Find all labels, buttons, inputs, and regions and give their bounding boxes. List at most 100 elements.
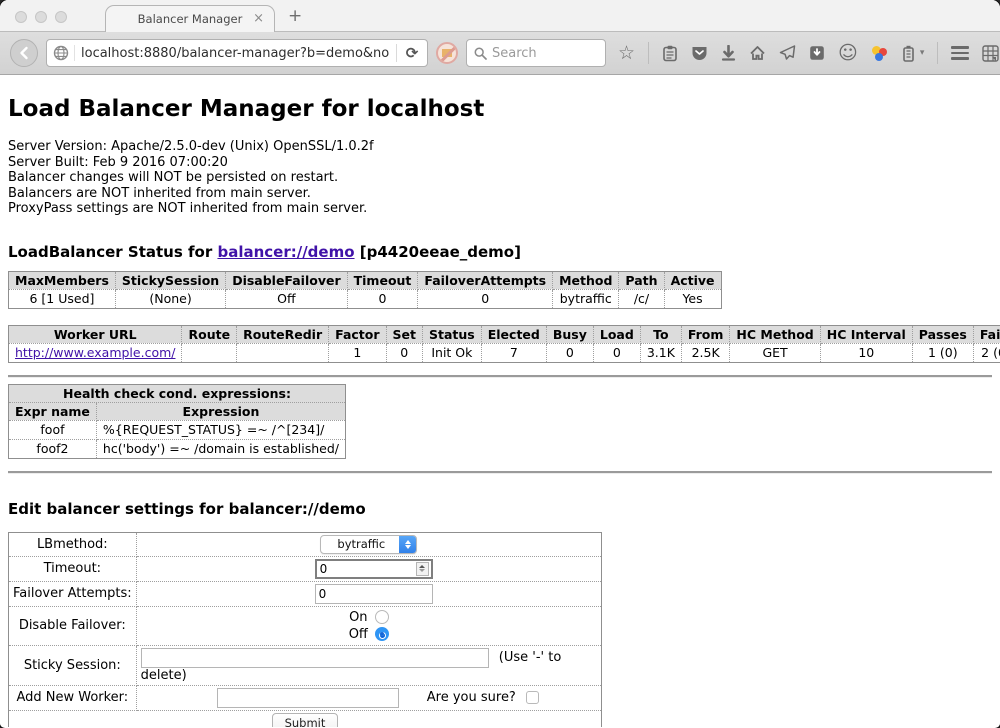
timeout-input[interactable] (317, 562, 416, 576)
server-info: Server Version: Apache/2.5.0-dev (Unix) … (8, 139, 992, 217)
col-expr-name: Expr name (9, 402, 97, 420)
toolbar-separator-2 (937, 42, 938, 64)
back-arrow-icon (17, 46, 31, 60)
downloads-icon[interactable] (721, 45, 736, 61)
radio-on-label: On (349, 609, 367, 626)
balancer-demo-link[interactable]: balancer://demo (217, 243, 354, 261)
back-button[interactable] (10, 39, 38, 67)
tab-balancer-manager[interactable]: Balancer Manager × (105, 5, 275, 32)
site-identity-globe-icon[interactable] (47, 45, 75, 61)
url-input[interactable] (75, 46, 396, 61)
send-plane-icon[interactable] (779, 45, 796, 61)
disable-failover-on-radio[interactable] (375, 610, 389, 624)
new-tab-button[interactable]: + (288, 6, 302, 26)
disable-failover-off-radio[interactable] (375, 627, 389, 641)
col-expression: Expression (96, 402, 345, 420)
col-active: Active (664, 271, 721, 289)
cell-stickysession: (None) (115, 289, 225, 308)
menu-hamburger-icon[interactable] (951, 46, 969, 60)
edit-balancer-heading: Edit balancer settings for balancer://de… (8, 500, 992, 518)
cell-timeout: 0 (347, 289, 418, 308)
add-worker-input[interactable] (217, 688, 399, 708)
failover-attempts-cell (136, 581, 601, 606)
cell-route (182, 343, 237, 362)
failover-attempts-input[interactable] (315, 584, 433, 604)
cell-expression-foof2: hc('body') =~ /domain is established/ (96, 439, 345, 458)
container-battery-icon[interactable] (902, 45, 915, 62)
add-worker-label: Add New Worker: (9, 685, 137, 710)
browser-window: Balancer Manager × + ⟳ ☆ (0, 0, 1000, 728)
cell-expr-name-foof: foof (9, 420, 97, 439)
sticky-session-label: Sticky Session: (9, 645, 137, 685)
loadbalancer-status-heading: LoadBalancer Status for balancer://demo … (8, 243, 992, 261)
lbmethod-select[interactable]: bytraffic (320, 535, 417, 554)
worker-data-row: http://www.example.com/ 1 0 Init Ok 7 0 … (9, 343, 1000, 362)
lbmethod-label: LBmethod: (9, 532, 137, 556)
emoji-smiley-icon[interactable]: ☺ (838, 44, 858, 63)
cell-worker-url: http://www.example.com/ (9, 343, 182, 362)
timeout-label: Timeout: (9, 556, 137, 581)
edit-balancer-form: LBmethod: bytraffic Timeout: (8, 532, 602, 727)
search-input[interactable] (492, 46, 582, 61)
add-worker-row: Add New Worker: Are you sure? (9, 685, 602, 710)
worker-header-row: Worker URL Route RouteRedir Factor Set S… (9, 325, 1000, 343)
col-route: Route (182, 325, 237, 343)
reading-list-icon[interactable] (662, 45, 678, 62)
cell-to: 3.1K (640, 343, 681, 362)
col-stickysession: StickySession (115, 271, 225, 289)
are-you-sure-checkbox[interactable] (526, 691, 539, 704)
reload-button[interactable]: ⟳ (397, 44, 427, 62)
colorful-extension-icon[interactable] (871, 45, 889, 61)
pocket-icon[interactable] (691, 45, 708, 61)
col-maxmembers: MaxMembers (9, 271, 116, 289)
sticky-session-cell: (Use '-' to delete) (136, 645, 601, 685)
cell-load: 0 (593, 343, 640, 362)
bookmark-star-icon[interactable]: ☆ (618, 44, 635, 63)
sticky-session-input[interactable] (141, 648, 489, 668)
are-you-sure-label: Are you sure? (427, 690, 516, 705)
content-blocked-icon[interactable] (436, 42, 458, 64)
col-method: Method (553, 271, 619, 289)
server-built-line: Server Built: Feb 9 2016 07:00:20 (8, 155, 992, 171)
persist-warning-line: Balancer changes will NOT be persisted o… (8, 170, 992, 186)
inherit-warning-line: Balancers are NOT inherited from main se… (8, 186, 992, 202)
home-icon[interactable] (749, 45, 766, 61)
close-window-button[interactable] (15, 11, 27, 23)
window-controls[interactable] (15, 11, 67, 23)
failover-attempts-label: Failover Attempts: (9, 581, 137, 606)
tab-groups-grid-icon[interactable] (982, 45, 999, 62)
lbmethod-row: LBmethod: bytraffic (9, 532, 602, 556)
health-header-row: Expr name Expression (9, 402, 346, 420)
overflow-caret-icon[interactable]: ▾ (920, 48, 925, 58)
disable-failover-label: Disable Failover: (9, 606, 137, 645)
tab-close-icon[interactable]: × (253, 11, 264, 26)
failover-attempts-row: Failover Attempts: (9, 581, 602, 606)
extension-download-box-icon[interactable] (809, 45, 825, 61)
navigation-toolbar: ⟳ ☆ ☺ ▾ (0, 32, 1000, 75)
cell-maxmembers: 6 [1 Used] (9, 289, 116, 308)
cell-fails: 2 (0) (973, 343, 1000, 362)
cell-set: 0 (386, 343, 422, 362)
submit-button[interactable]: Submit (272, 713, 339, 727)
search-bar[interactable] (466, 39, 606, 67)
select-stepper-icon (399, 535, 416, 554)
col-factor: Factor (329, 325, 386, 343)
number-spinner-icon[interactable] (416, 562, 429, 576)
toolbar-icons: ☆ ☺ ▾ (618, 42, 999, 64)
section-divider-1 (8, 375, 992, 378)
cell-disablefailover: Off (226, 289, 347, 308)
url-bar[interactable]: ⟳ (46, 39, 428, 67)
zoom-window-button[interactable] (55, 11, 67, 23)
timeout-cell (136, 556, 601, 581)
radio-off-label: Off (349, 626, 368, 643)
server-version-line: Server Version: Apache/2.5.0-dev (Unix) … (8, 139, 992, 155)
titlebar: Balancer Manager × + (0, 0, 1000, 32)
page-title: Load Balancer Manager for localhost (8, 96, 992, 122)
cell-hc-interval: 10 (820, 343, 912, 362)
worker-table: Worker URL Route RouteRedir Factor Set S… (8, 325, 1000, 363)
col-load: Load (593, 325, 640, 343)
minimize-window-button[interactable] (35, 11, 47, 23)
search-icon (474, 47, 487, 60)
worker-url-link[interactable]: http://www.example.com/ (15, 345, 175, 360)
cell-elected: 7 (481, 343, 546, 362)
